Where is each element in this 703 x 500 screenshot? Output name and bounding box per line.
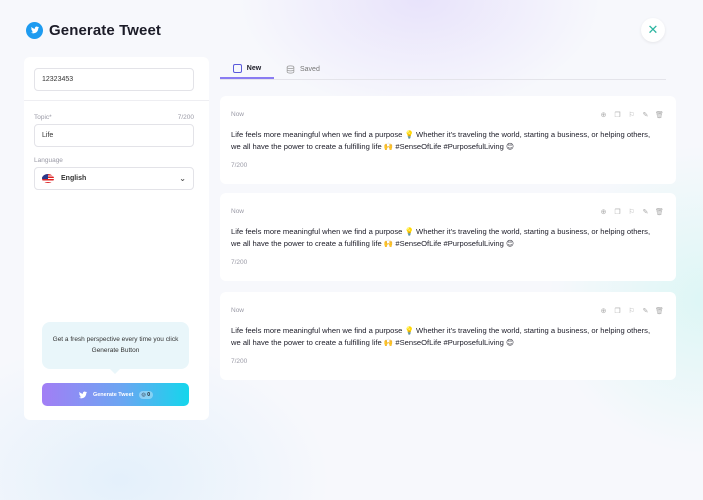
tweet-actions: ⊕ ❐ ⚐ ✎ 🗑	[599, 207, 664, 216]
coin-icon: ◎	[141, 391, 146, 398]
twitter-bird-icon	[78, 391, 88, 398]
tweet-count: 7/200	[231, 259, 248, 266]
tweet-card: Now ⊕ ❐ ⚐ ✎ 🗑 Life feels more meaningful…	[220, 96, 676, 184]
bookmark-icon[interactable]: ⚐	[627, 306, 636, 315]
language-value: English	[61, 175, 87, 182]
add-icon[interactable]: ⊕	[599, 110, 608, 119]
copy-icon[interactable]: ❐	[613, 207, 622, 216]
tip-text: Get a fresh perspective every time you c…	[52, 336, 179, 354]
twitter-bird-icon	[26, 21, 43, 39]
generate-count-badge: ◎ 0	[138, 390, 154, 399]
tab-saved[interactable]: Saved	[286, 59, 320, 79]
add-icon[interactable]: ⊕	[599, 306, 608, 315]
add-icon[interactable]: ⊕	[599, 207, 608, 216]
square-icon	[232, 63, 242, 73]
close-button[interactable]: ✕	[641, 18, 665, 42]
tweet-count: 7/200	[231, 162, 248, 169]
edit-icon[interactable]: ✎	[641, 110, 650, 119]
tab-saved-label: Saved	[300, 65, 320, 73]
chevron-down-icon: ⌄	[179, 174, 186, 183]
tab-new-label: New	[246, 64, 262, 72]
database-icon	[286, 65, 295, 73]
generate-button-label: Generate Tweet	[92, 391, 134, 398]
generate-tweet-button[interactable]: Generate Tweet ◎ 0	[42, 383, 189, 406]
form-panel: 12323453 Topic* 7/200 Life Language Engl…	[24, 57, 209, 420]
us-flag-icon	[42, 174, 54, 183]
copy-icon[interactable]: ❐	[613, 110, 622, 119]
language-select[interactable]: English ⌄	[34, 167, 194, 190]
bookmark-icon[interactable]: ⚐	[627, 207, 636, 216]
copy-icon[interactable]: ❐	[613, 306, 622, 315]
page-title: Generate Tweet	[49, 21, 161, 39]
close-icon: ✕	[647, 22, 659, 37]
tweet-time: Now	[231, 307, 245, 314]
id-input-value: 12323453	[42, 76, 74, 83]
trash-icon[interactable]: 🗑	[655, 306, 664, 315]
tweet-text: Life feels more meaningful when we find …	[231, 130, 651, 151]
language-label: Language	[34, 157, 63, 164]
trash-icon[interactable]: 🗑	[655, 207, 664, 216]
tweet-card: Now ⊕ ❐ ⚐ ✎ 🗑 Life feels more meaningful…	[220, 292, 676, 380]
tweet-count: 7/200	[231, 358, 248, 365]
trash-icon[interactable]: 🗑	[655, 110, 664, 119]
tweet-text: Life feels more meaningful when we find …	[231, 326, 651, 347]
page-header: Generate Tweet	[26, 20, 161, 40]
tab-new[interactable]: New	[220, 59, 274, 79]
edit-icon[interactable]: ✎	[641, 306, 650, 315]
tweet-text: Life feels more meaningful when we find …	[231, 227, 651, 248]
topic-label: Topic*	[34, 114, 52, 121]
tweet-card: Now ⊕ ❐ ⚐ ✎ 🗑 Life feels more meaningful…	[220, 193, 676, 281]
topic-input[interactable]: Life	[34, 124, 194, 147]
edit-icon[interactable]: ✎	[641, 207, 650, 216]
tweet-actions: ⊕ ❐ ⚐ ✎ 🗑	[599, 110, 664, 119]
result-tabs: New Saved	[220, 59, 666, 80]
tip-bubble: Get a fresh perspective every time you c…	[42, 322, 189, 374]
id-input[interactable]: 12323453	[34, 68, 194, 91]
bookmark-icon[interactable]: ⚐	[627, 110, 636, 119]
tweet-time: Now	[231, 111, 245, 118]
topic-input-value: Life	[42, 132, 54, 139]
tweet-time: Now	[231, 208, 245, 215]
tweet-actions: ⊕ ❐ ⚐ ✎ 🗑	[599, 306, 664, 315]
form-divider	[24, 100, 209, 101]
topic-counter: 7/200	[177, 114, 194, 121]
generate-count: 0	[147, 391, 151, 398]
